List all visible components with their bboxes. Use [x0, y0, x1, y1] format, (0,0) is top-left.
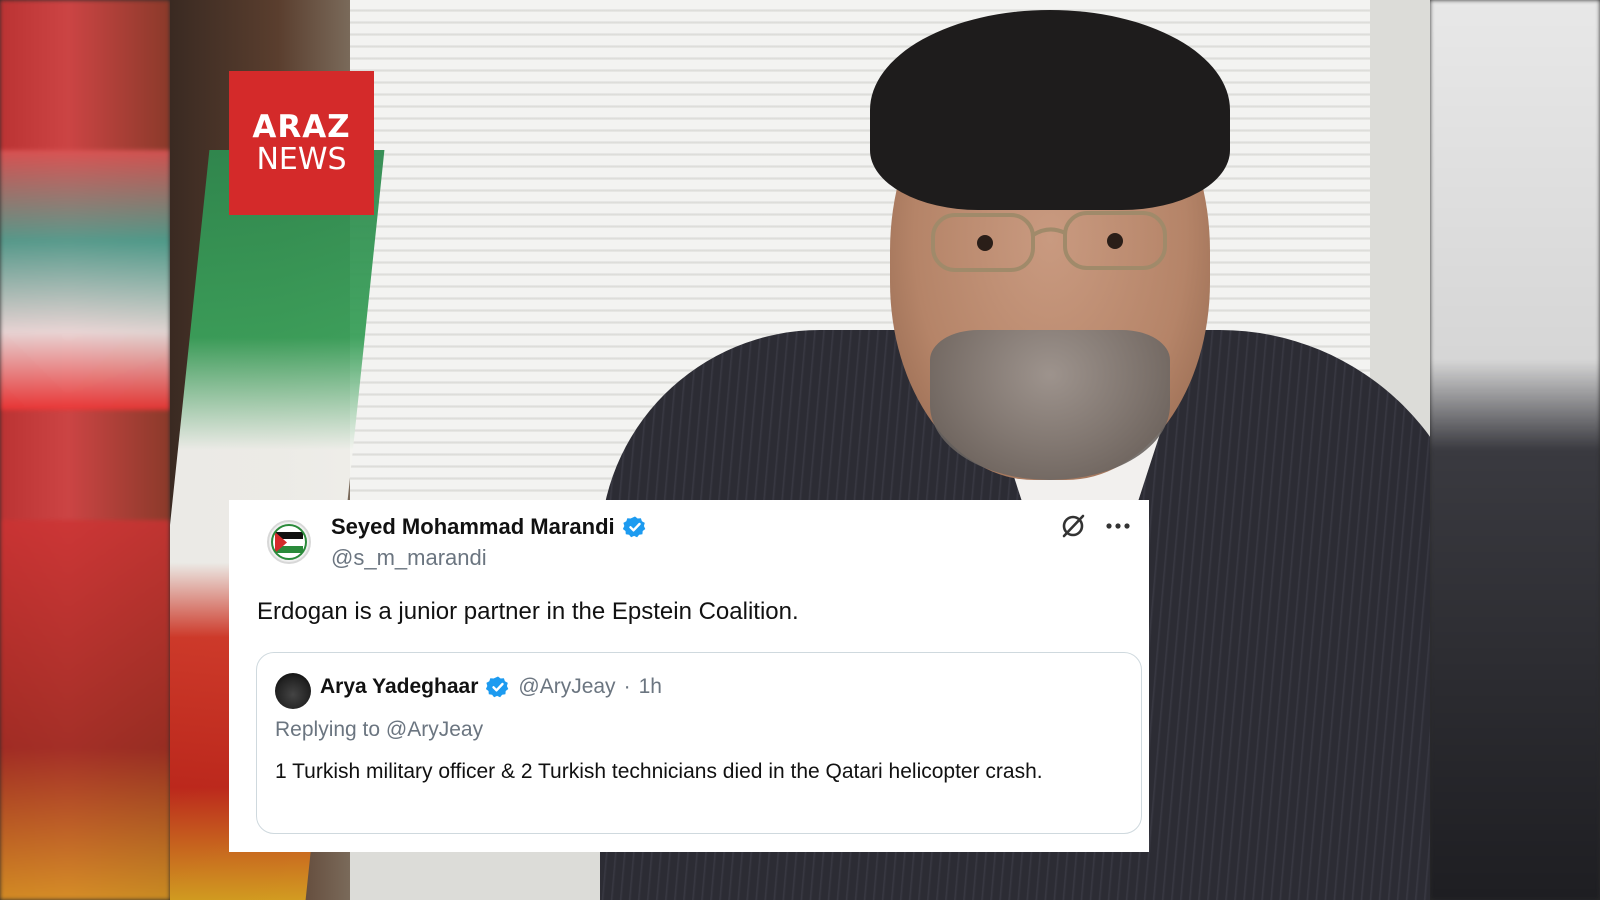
quoted-timestamp[interactable]: 1h [639, 675, 662, 699]
author-handle[interactable]: @s_m_marandi [331, 545, 487, 571]
more-icon[interactable] [1105, 522, 1131, 530]
quoted-author-avatar[interactable] [275, 673, 311, 709]
replying-to: Replying to @AryJeay [275, 718, 484, 741]
beard [930, 330, 1170, 480]
quoted-author-handle[interactable]: @AryJeay [518, 675, 615, 699]
hair [870, 10, 1230, 210]
author-name[interactable]: Seyed Mohammad Marandi [331, 514, 615, 540]
logo-text-news: NEWS [256, 141, 347, 177]
tweet-text: Erdogan is a junior partner in the Epste… [257, 598, 799, 625]
quoted-author-row: Arya Yadeghaar @AryJeay · 1h [320, 675, 662, 699]
quoted-tweet-text: 1 Turkish military officer & 2 Turkish t… [275, 760, 1043, 783]
quoted-author-name[interactable]: Arya Yadeghaar [320, 675, 478, 699]
blurred-left-panel [0, 0, 170, 900]
author-row: Seyed Mohammad Marandi [331, 514, 647, 540]
tweet-actions [1059, 512, 1131, 540]
grok-icon[interactable] [1059, 512, 1087, 540]
araz-news-logo: ARAZ NEWS [229, 71, 374, 215]
verified-badge-icon [622, 516, 645, 538]
verified-badge-icon [486, 676, 509, 698]
meta-separator: · [623, 675, 631, 698]
author-avatar[interactable] [267, 520, 311, 564]
news-graphic: ARAZ NEWS Seyed Mohammad Marandi @s_m_ma… [0, 0, 1600, 900]
logo-text-araz: ARAZ [252, 108, 351, 145]
tweet-card: Seyed Mohammad Marandi @s_m_marandi Erdo… [229, 500, 1149, 852]
palestine-flag-icon [271, 524, 307, 560]
blurred-right-panel [1430, 0, 1600, 900]
quoted-tweet[interactable]: Arya Yadeghaar @AryJeay · 1h Replying to… [256, 652, 1142, 834]
glasses [931, 211, 1167, 272]
